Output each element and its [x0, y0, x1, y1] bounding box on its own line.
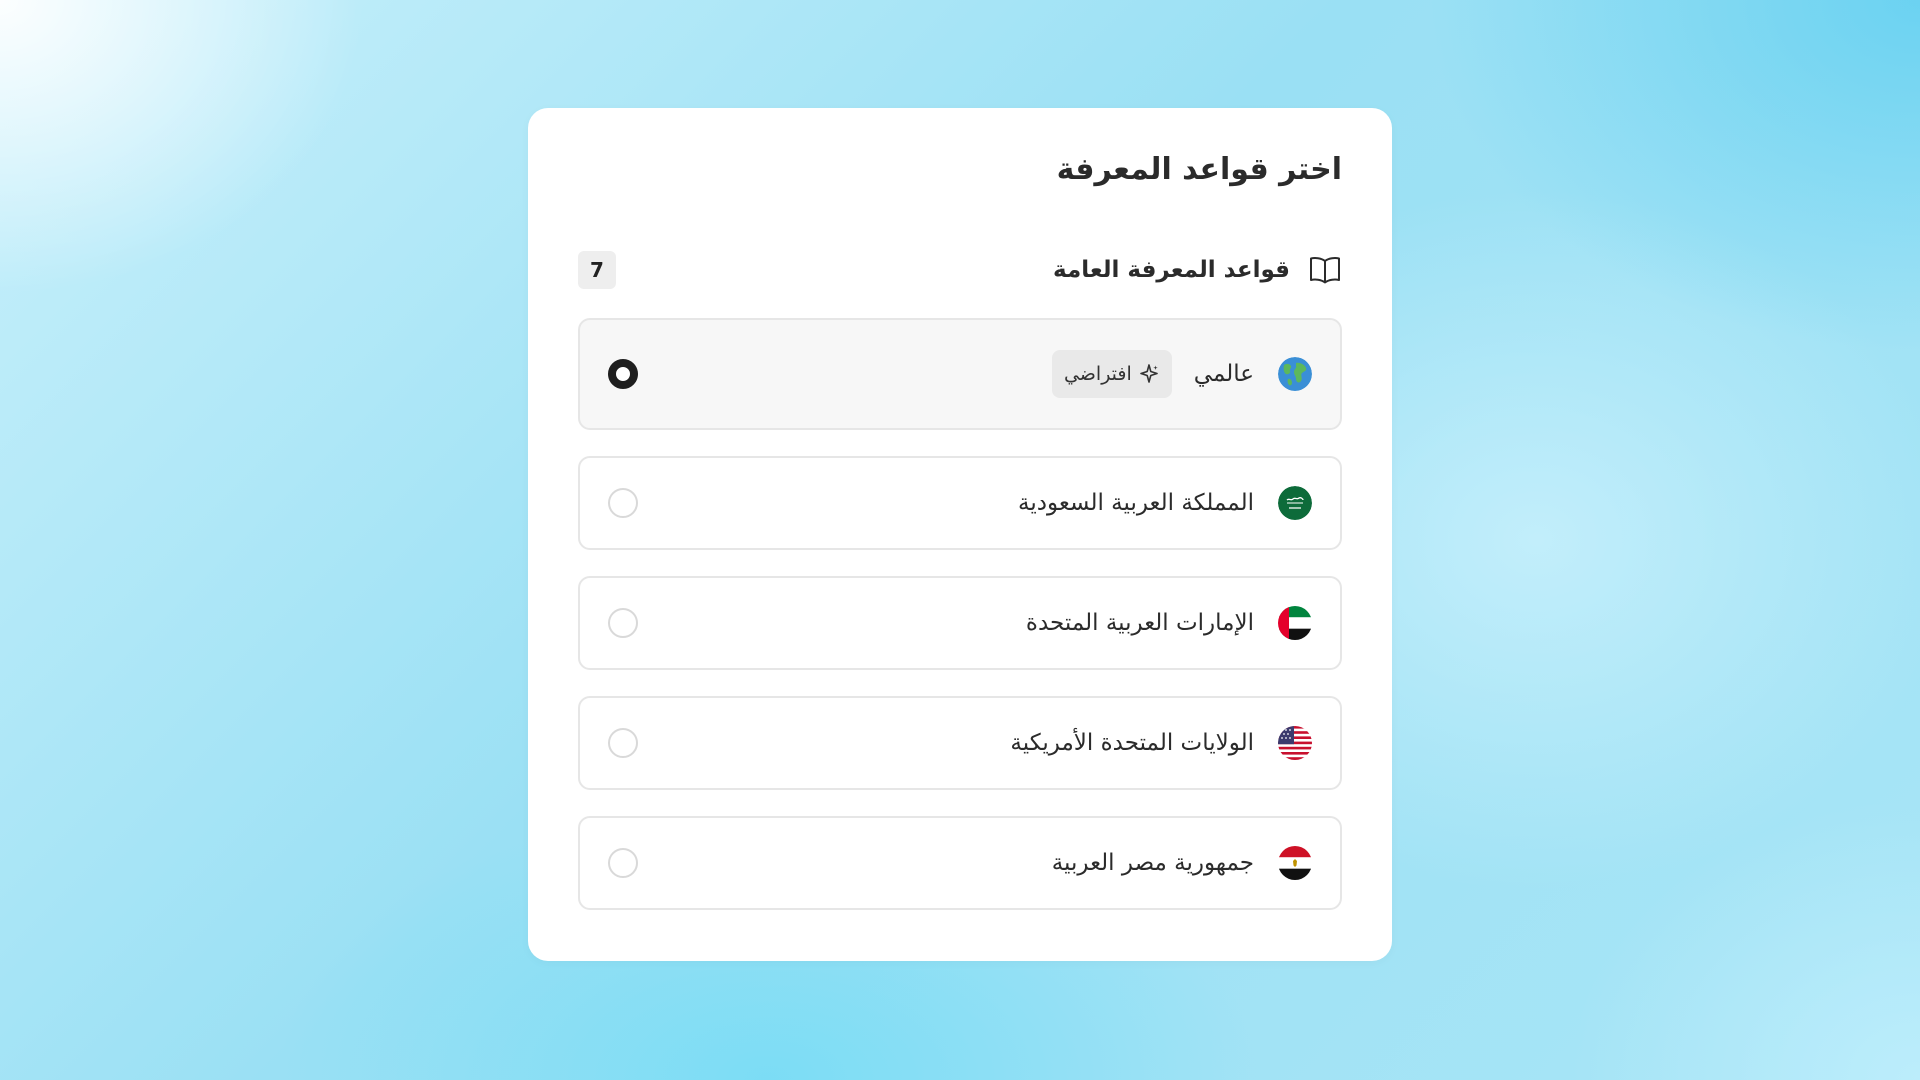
section-label-wrap: قواعد المعرفة العامة: [1053, 255, 1342, 285]
option-label: المملكة العربية السعودية: [1018, 490, 1254, 516]
option-uae[interactable]: الإمارات العربية المتحدة: [578, 576, 1342, 670]
radio-uae[interactable]: [608, 608, 638, 638]
option-label: جمهورية مصر العربية: [1051, 850, 1254, 876]
count-badge: 7: [578, 251, 616, 289]
default-badge: افتراضي: [1051, 350, 1172, 398]
option-label: الولايات المتحدة الأمريكية: [1010, 730, 1254, 756]
section-header: قواعد المعرفة العامة 7: [578, 242, 1342, 298]
radio-usa[interactable]: [608, 728, 638, 758]
saudi-flag-icon: [1278, 486, 1312, 520]
options-list: عالمي افتراضي المملكة العربية السعودية ا…: [578, 318, 1342, 936]
card-title: اختر قواعد المعرفة: [1056, 152, 1342, 187]
option-usa[interactable]: الولايات المتحدة الأمريكية: [578, 696, 1342, 790]
globe-icon: [1278, 357, 1312, 391]
book-open-icon: [1308, 255, 1342, 285]
uae-flag-icon: [1278, 606, 1312, 640]
knowledge-base-card: اختر قواعد المعرفة قواعد المعرفة العامة …: [528, 108, 1392, 961]
radio-saudi-arabia[interactable]: [608, 488, 638, 518]
option-label: الإمارات العربية المتحدة: [1025, 610, 1254, 636]
sparkle-icon: [1138, 363, 1160, 385]
option-global[interactable]: عالمي افتراضي: [578, 318, 1342, 430]
option-egypt[interactable]: جمهورية مصر العربية: [578, 816, 1342, 910]
radio-global[interactable]: [608, 359, 638, 389]
section-label: قواعد المعرفة العامة: [1053, 257, 1290, 283]
egypt-flag-icon: [1278, 846, 1312, 880]
radio-egypt[interactable]: [608, 848, 638, 878]
default-badge-label: افتراضي: [1063, 363, 1132, 385]
usa-flag-icon: [1278, 726, 1312, 760]
option-saudi-arabia[interactable]: المملكة العربية السعودية: [578, 456, 1342, 550]
option-label: عالمي: [1193, 361, 1254, 387]
